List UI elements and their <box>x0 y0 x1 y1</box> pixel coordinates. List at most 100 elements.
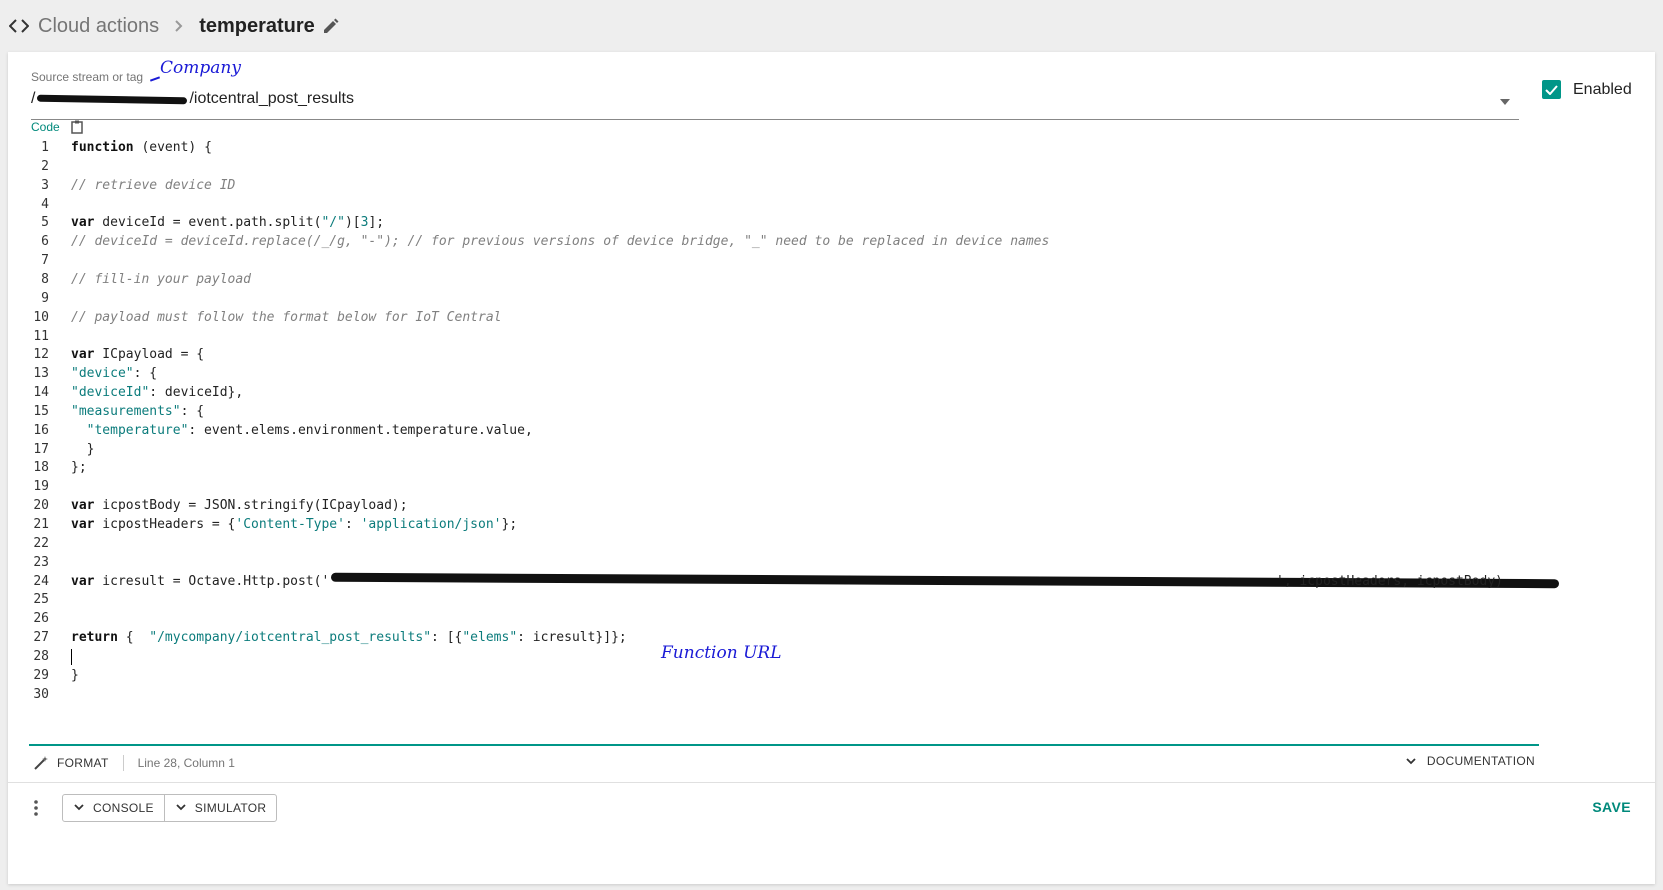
line-number: 17 <box>33 441 49 457</box>
line-number: 21 <box>33 517 49 532</box>
code-line[interactable]: 19 <box>31 477 1639 496</box>
code-line[interactable]: 30 <box>31 685 1639 704</box>
code-line[interactable]: 24 var icresult = Octave.Http.post(' ', ic… <box>31 572 1639 591</box>
enabled-label: Enabled <box>1573 80 1632 98</box>
code-line[interactable]: 11 <box>31 327 1639 346</box>
line-number: 28 <box>33 648 49 664</box>
line-number: 19 <box>33 479 49 495</box>
code-line[interactable]: 4 <box>31 195 1639 214</box>
code-text: } <box>71 667 79 683</box>
source-stream-value[interactable]: / /iotcentral_post_results <box>31 90 354 108</box>
line-number: 24 <box>33 573 49 589</box>
code-text: "measurements": { <box>71 403 205 419</box>
source-stream-label: Source stream or tag <box>31 70 144 84</box>
line-number: 29 <box>33 667 49 683</box>
line-number: 4 <box>41 196 49 212</box>
code-line[interactable]: 10 // payload must follow the format belo… <box>31 308 1639 327</box>
format-button[interactable]: FORMAT <box>33 755 109 771</box>
save-button[interactable]: SAVE <box>1592 799 1631 815</box>
redaction-mark <box>37 94 188 104</box>
magic-wand-icon <box>33 755 49 771</box>
dropdown-arrow-icon[interactable] <box>1499 96 1511 108</box>
code-line[interactable]: 15 "measurements": { <box>31 402 1639 421</box>
line-number: 14 <box>33 385 49 401</box>
code-editor[interactable]: 1 function (event) {2 3// retrieve device … <box>31 138 1639 798</box>
code-line[interactable]: 20 var icpostBody = JSON.stringify(ICpayl… <box>31 496 1639 515</box>
page-title: temperature <box>199 14 315 37</box>
line-number: 25 <box>33 592 49 608</box>
line-number: 5 <box>41 215 49 231</box>
function-url-annotation: Function URL <box>661 643 782 663</box>
editor-status-bar: FORMAT Line 28, Column 1 DOCUMENTATION <box>29 744 1539 780</box>
code-line[interactable]: 2 <box>31 157 1639 176</box>
code-line[interactable]: 18}; <box>31 458 1639 477</box>
console-button[interactable]: CONSOLE <box>63 795 164 821</box>
line-number: 6 <box>41 234 49 250</box>
code-text: var icpostBody = JSON.stringify(ICpayloa… <box>71 498 408 514</box>
line-number: 20 <box>33 498 49 514</box>
code-line[interactable]: 5 var deviceId = event.path.split("/")[3]… <box>31 213 1639 232</box>
simulator-button[interactable]: SIMULATOR <box>163 794 277 821</box>
code-text: var icpostHeaders = {'Content-Type': 'ap… <box>71 517 518 532</box>
code-text: // payload must follow the format below … <box>71 309 502 325</box>
line-number: 12 <box>33 347 49 363</box>
code-line[interactable]: 14 "deviceId": deviceId}, <box>31 383 1639 402</box>
code-line[interactable]: 21 var icpostHeaders = {'Content-Type': '… <box>31 515 1639 534</box>
panel-toggle-group: CONSOLE SIMULATOR <box>62 793 278 822</box>
code-line[interactable]: 27 return { "/mycompany/iotcentral_post_r… <box>31 628 1639 647</box>
code-line[interactable]: 29} <box>31 666 1639 685</box>
code-text: "deviceId": deviceId}, <box>71 385 244 401</box>
checkbox-checked-icon[interactable] <box>1542 80 1561 99</box>
more-vert-icon[interactable] <box>24 796 48 820</box>
code-line[interactable]: 13 "device": { <box>31 364 1639 383</box>
documentation-button[interactable]: DOCUMENTATION <box>1405 754 1535 768</box>
code-line[interactable]: 7 <box>31 251 1639 270</box>
line-number: 10 <box>33 309 49 325</box>
code-line[interactable]: 9 <box>31 289 1639 308</box>
bottom-toolbar: CONSOLE SIMULATOR SAVE <box>8 782 1655 832</box>
line-number: 1 <box>41 140 49 155</box>
code-line[interactable]: 12 var ICpayload = { <box>31 345 1639 364</box>
action-editor-card: Source stream or tag / /iotcentral_post_… <box>8 52 1655 884</box>
divider <box>122 755 124 771</box>
code-text: var deviceId = event.path.split("/")[3]; <box>71 215 385 231</box>
line-number: 22 <box>33 535 49 551</box>
code-line[interactable]: 22 <box>31 534 1639 553</box>
pencil-icon[interactable] <box>319 14 343 38</box>
enabled-toggle[interactable]: Enabled <box>1542 80 1632 99</box>
breadcrumb-parent[interactable]: Cloud actions <box>38 15 159 38</box>
code-line[interactable]: 6 // deviceId = deviceId.replace(/_/g, "-… <box>31 232 1639 251</box>
code-text: "device": { <box>71 366 158 382</box>
code-line[interactable]: 3 // retrieve device ID <box>31 176 1639 195</box>
text-cursor <box>71 648 72 665</box>
source-stream-field[interactable]: Source stream or tag / /iotcentral_post_… <box>31 70 1519 120</box>
code-header: Code <box>31 120 84 134</box>
code-text: // retrieve device ID <box>71 177 236 193</box>
line-number: 30 <box>33 686 49 702</box>
code-text: // deviceId = deviceId.replace(/_/g, "-"… <box>71 234 1050 250</box>
code-text: var ICpayload = { <box>71 347 205 363</box>
code-label: Code <box>31 120 60 134</box>
code-line[interactable]: 16 "temperature": event.elems.environmen… <box>31 421 1639 440</box>
line-number: 26 <box>33 611 49 627</box>
code-line[interactable]: 23 <box>31 553 1639 572</box>
line-number: 15 <box>33 403 49 419</box>
code-text: "temperature": event.elems.environment.t… <box>86 422 533 438</box>
code-text: var icresult = Octave.Http.post(' <box>71 573 330 589</box>
code-line[interactable]: 1 function (event) { <box>31 138 1639 157</box>
line-number: 9 <box>41 290 49 306</box>
code-line[interactable]: 17 } <box>31 440 1639 459</box>
code-line[interactable]: 28 <box>31 647 1639 666</box>
code-line[interactable]: 26 <box>31 609 1639 628</box>
code-line[interactable]: 8 // fill-in your payload <box>31 270 1639 289</box>
code-line[interactable]: 25 <box>31 590 1639 609</box>
code-text: }; <box>71 460 87 476</box>
code-text: ', icpostHeaders, icpostBody) <box>1276 573 1503 589</box>
code-text: } <box>71 441 95 457</box>
line-number: 16 <box>33 422 49 438</box>
code-text: function (event) { <box>71 140 212 155</box>
header: Cloud actions temperature <box>0 0 1663 52</box>
chevron-right-icon <box>167 14 191 38</box>
chevron-down-icon <box>1405 755 1417 767</box>
clipboard-icon[interactable] <box>70 120 84 134</box>
